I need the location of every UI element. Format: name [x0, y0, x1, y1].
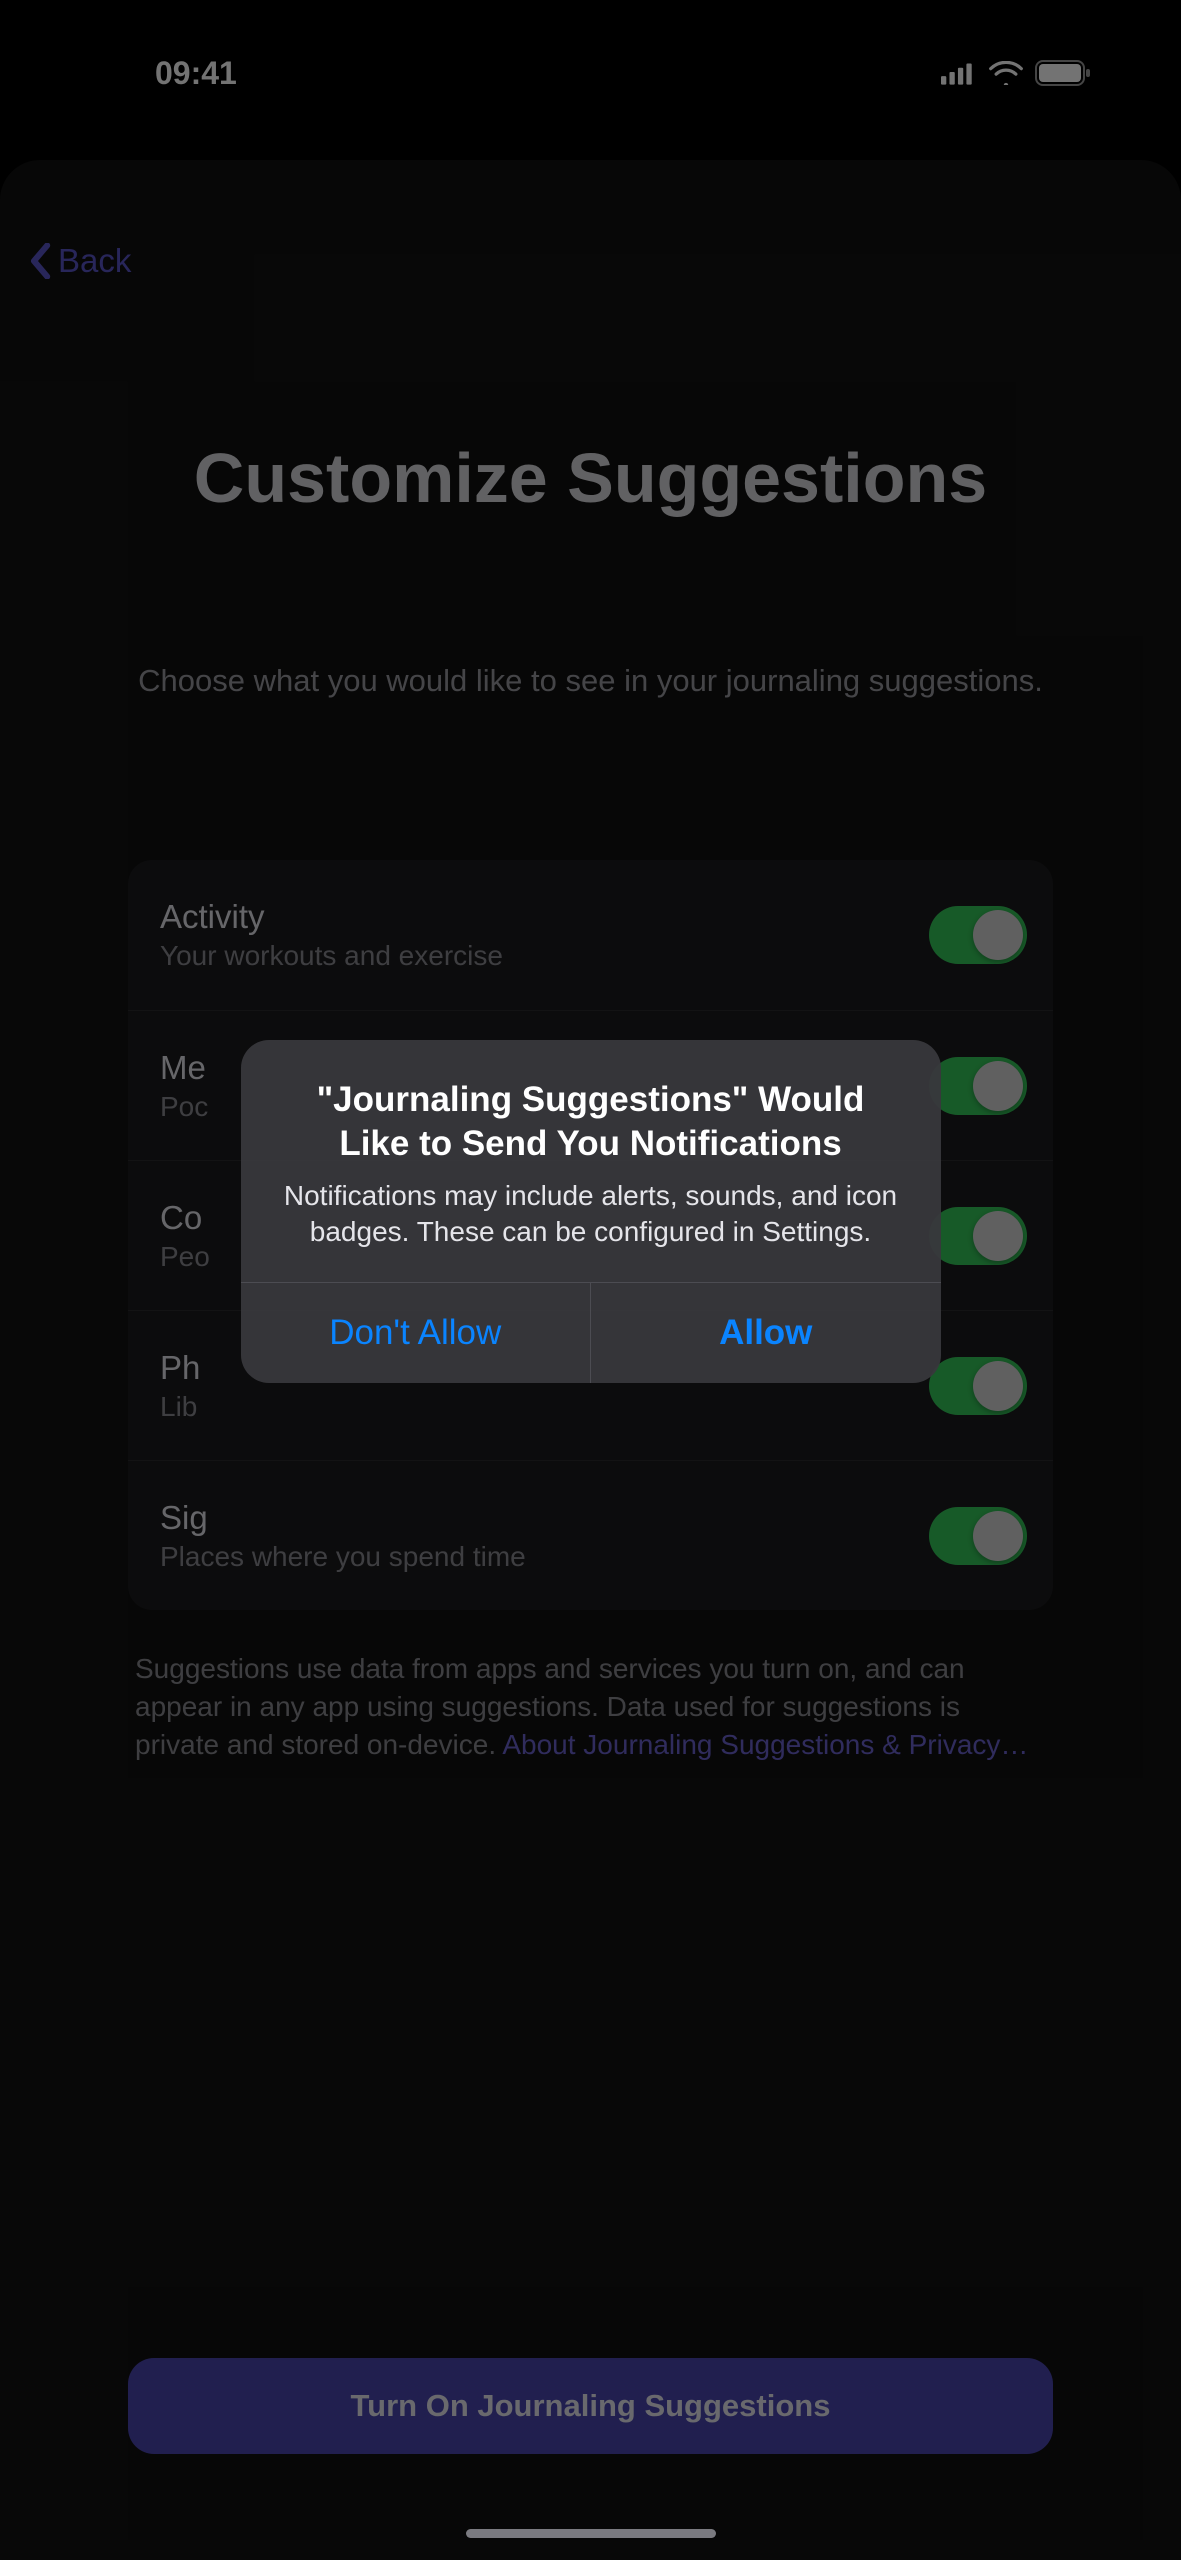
alert-buttons: Don't Allow Allow: [241, 1282, 941, 1383]
home-indicator[interactable]: [466, 2529, 716, 2538]
alert-title: "Journaling Suggestions" Would Like to S…: [281, 1078, 901, 1166]
alert-message: Notifications may include alerts, sounds…: [281, 1178, 901, 1251]
allow-button[interactable]: Allow: [590, 1283, 941, 1383]
phone-screen: 09:41: [0, 0, 1181, 2560]
alert-body: "Journaling Suggestions" Would Like to S…: [241, 1040, 941, 1282]
notification-permission-alert: "Journaling Suggestions" Would Like to S…: [241, 1040, 941, 1383]
dont-allow-button[interactable]: Don't Allow: [241, 1283, 591, 1383]
